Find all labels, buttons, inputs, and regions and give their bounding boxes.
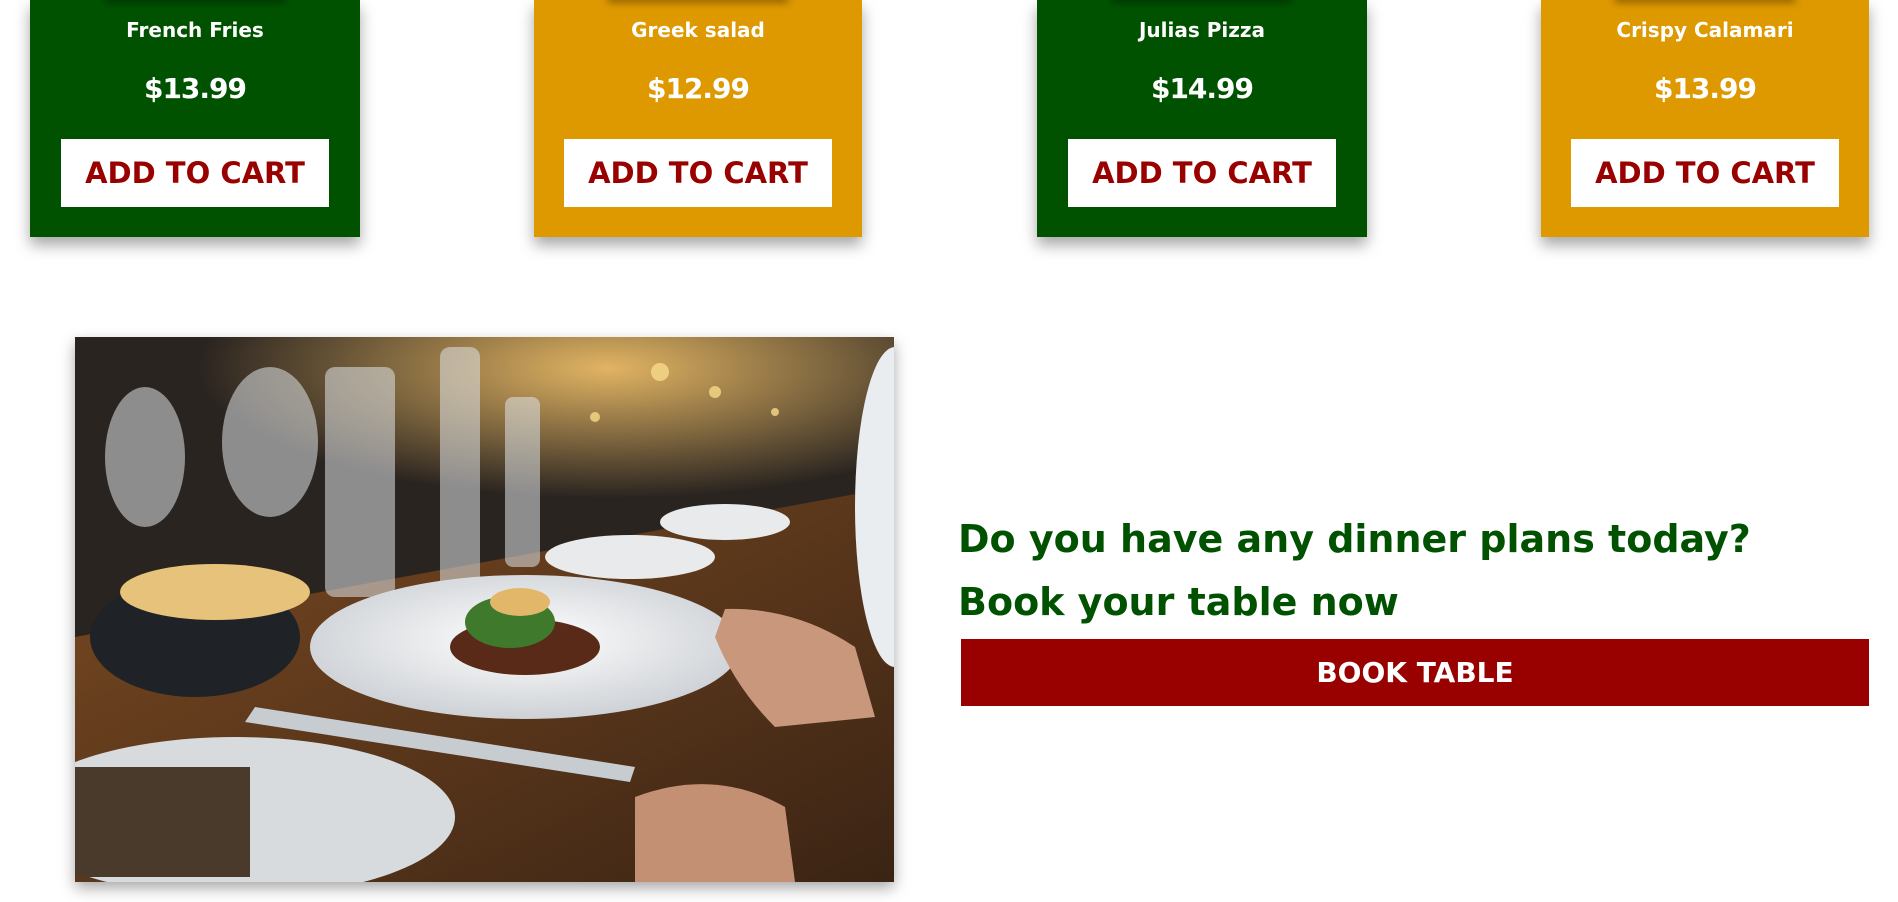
menu-card-crispy-calamari: Crispy Calamari $13.99 ADD TO CART bbox=[1541, 0, 1869, 237]
menu-card-greek-salad: Greek salad $12.99 ADD TO CART bbox=[534, 0, 862, 237]
add-to-cart-button[interactable]: ADD TO CART bbox=[1068, 139, 1336, 207]
menu-card-french-fries: French Fries $13.99 ADD TO CART bbox=[30, 0, 360, 237]
menu-item-price: $13.99 bbox=[143, 72, 247, 105]
add-to-cart-button[interactable]: ADD TO CART bbox=[61, 139, 329, 207]
menu-item-price: $14.99 bbox=[1150, 72, 1254, 105]
menu-card-julias-pizza: Julias Pizza $14.99 ADD TO CART bbox=[1037, 0, 1367, 237]
booking-headline: Do you have any dinner plans today? bbox=[958, 517, 1751, 561]
add-to-cart-button[interactable]: ADD TO CART bbox=[1571, 139, 1839, 207]
menu-item-price: $12.99 bbox=[646, 72, 750, 105]
menu-item-name: French Fries bbox=[126, 18, 264, 42]
booking-subheadline: Book your table now bbox=[958, 580, 1399, 624]
restaurant-dinner-photo bbox=[75, 337, 894, 882]
menu-item-name: Crispy Calamari bbox=[1616, 18, 1794, 42]
menu-item-name: Greek salad bbox=[631, 18, 765, 42]
booking-promo: Do you have any dinner plans today? Book… bbox=[958, 508, 1868, 634]
book-table-button[interactable]: BOOK TABLE bbox=[961, 639, 1869, 706]
restaurant-photo-illustration bbox=[75, 337, 894, 882]
add-to-cart-button[interactable]: ADD TO CART bbox=[564, 139, 832, 207]
menu-item-price: $13.99 bbox=[1653, 72, 1757, 105]
menu-item-name: Julias Pizza bbox=[1138, 18, 1266, 42]
menu-row: French Fries $13.99 ADD TO CART Greek sa… bbox=[0, 0, 1898, 240]
